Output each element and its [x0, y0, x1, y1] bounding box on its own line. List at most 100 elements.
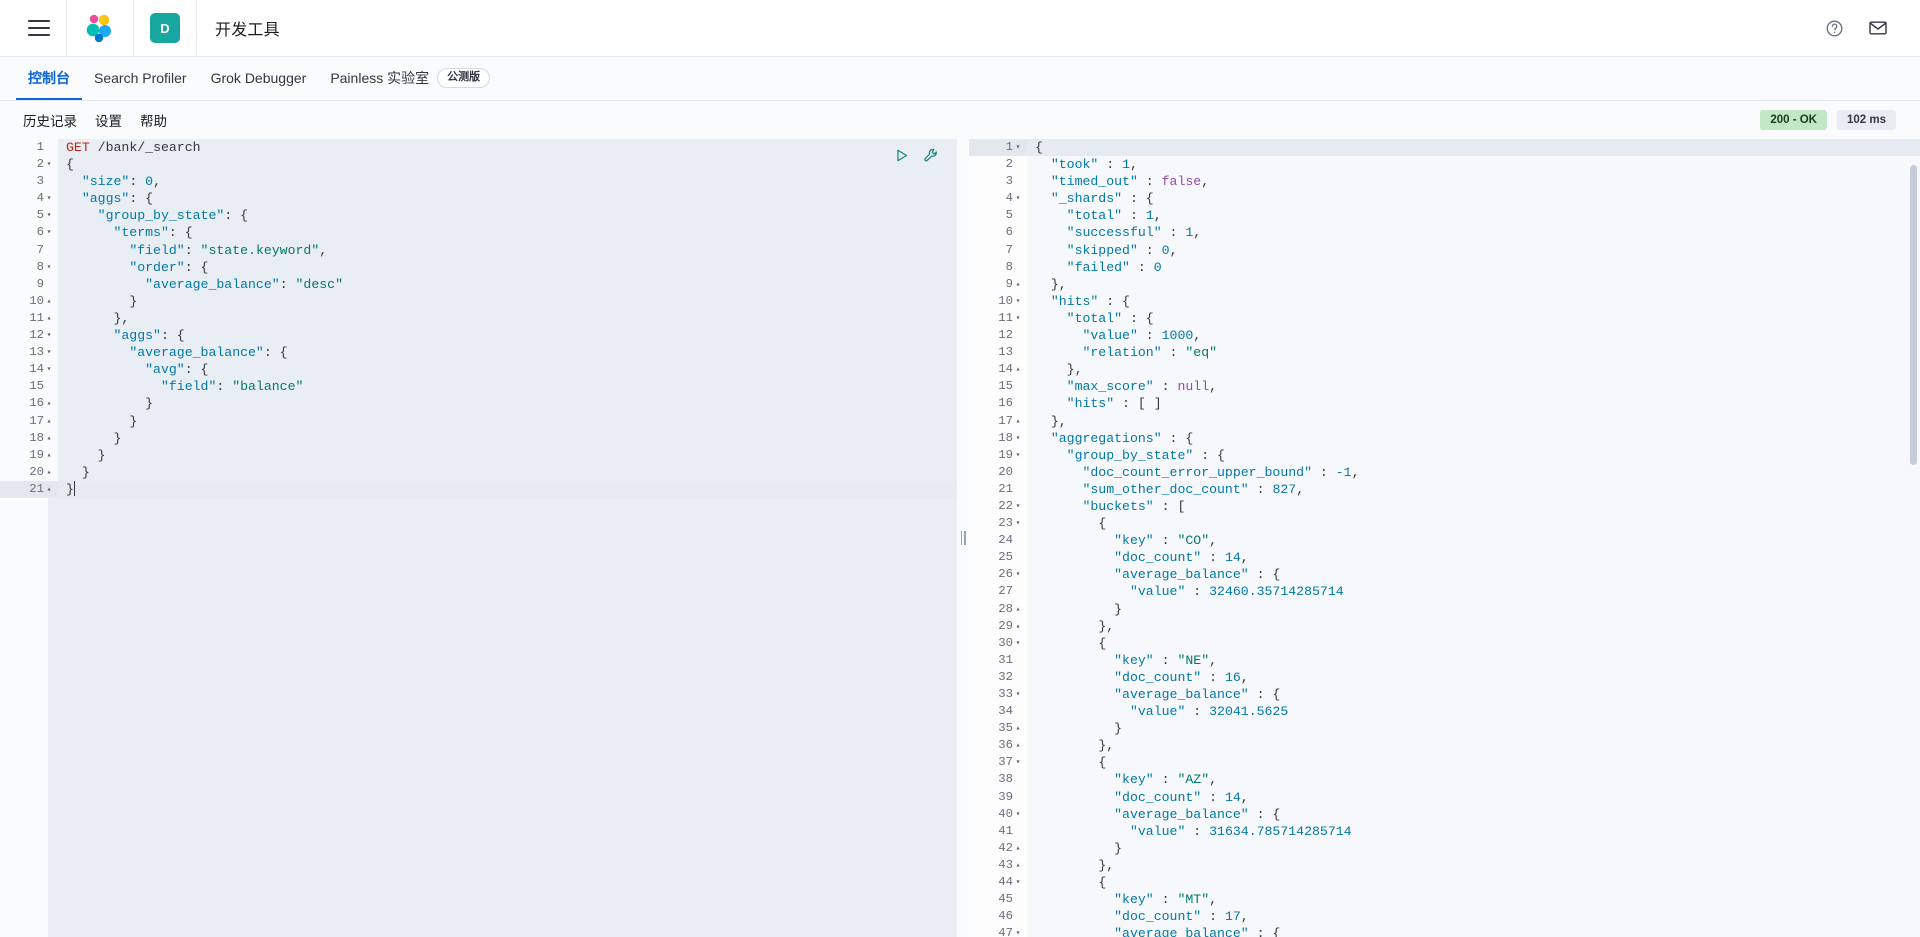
fold-down-icon[interactable]: ▾	[44, 190, 54, 207]
fold-down-icon[interactable]: ▾	[1013, 635, 1023, 652]
response-line[interactable]: 22▾ "buckets" : [	[969, 498, 1920, 515]
fold-up-icon[interactable]: ▴	[44, 481, 54, 498]
fold-down-icon[interactable]: ▾	[1013, 447, 1023, 464]
response-line[interactable]: 36▴ },	[969, 737, 1920, 754]
help-button[interactable]	[1814, 8, 1854, 48]
response-line[interactable]: 38 "key" : "AZ",	[969, 771, 1920, 788]
fold-down-icon[interactable]: ▾	[44, 156, 54, 173]
response-line[interactable]: 27 "value" : 32460.35714285714	[969, 583, 1920, 600]
hamburger-menu-icon[interactable]	[28, 20, 50, 36]
tab-console[interactable]: 控制台	[16, 58, 82, 100]
request-line[interactable]: 2▾{	[0, 156, 957, 173]
fold-down-icon[interactable]: ▾	[1013, 515, 1023, 532]
space-selector-button[interactable]: D	[134, 0, 196, 57]
response-line[interactable]: 42▴ }	[969, 840, 1920, 857]
response-line[interactable]: 6 "successful" : 1,	[969, 224, 1920, 241]
fold-up-icon[interactable]: ▴	[44, 310, 54, 327]
response-line[interactable]: 35▴ }	[969, 720, 1920, 737]
fold-up-icon[interactable]: ▴	[44, 293, 54, 310]
request-line[interactable]: 12▾ "aggs": {	[0, 327, 957, 344]
fold-up-icon[interactable]: ▴	[1013, 276, 1023, 293]
fold-up-icon[interactable]: ▴	[1013, 720, 1023, 737]
response-line[interactable]: 24 "key" : "CO",	[969, 532, 1920, 549]
fold-down-icon[interactable]: ▾	[1013, 310, 1023, 327]
help-link[interactable]: 帮助	[131, 110, 176, 130]
fold-down-icon[interactable]: ▾	[1013, 430, 1023, 447]
request-options-button[interactable]	[923, 147, 941, 165]
response-line[interactable]: 19▾ "group_by_state" : {	[969, 447, 1920, 464]
response-line[interactable]: 8 "failed" : 0	[969, 259, 1920, 276]
fold-up-icon[interactable]: ▴	[44, 395, 54, 412]
fold-down-icon[interactable]: ▾	[1013, 566, 1023, 583]
request-line[interactable]: 15 "field": "balance"	[0, 378, 957, 395]
response-line[interactable]: 41 "value" : 31634.785714285714	[969, 823, 1920, 840]
mail-button[interactable]	[1858, 8, 1898, 48]
response-line[interactable]: 5 "total" : 1,	[969, 207, 1920, 224]
response-line[interactable]: 39 "doc_count" : 14,	[969, 789, 1920, 806]
fold-up-icon[interactable]: ▴	[44, 430, 54, 447]
response-line[interactable]: 32 "doc_count" : 16,	[969, 669, 1920, 686]
fold-up-icon[interactable]: ▴	[44, 413, 54, 430]
response-line[interactable]: 43▴ },	[969, 857, 1920, 874]
request-line[interactable]: 21▴}	[0, 481, 957, 498]
fold-down-icon[interactable]: ▾	[1013, 874, 1023, 891]
request-line[interactable]: 19▴ }	[0, 447, 957, 464]
fold-up-icon[interactable]: ▴	[44, 464, 54, 481]
settings-button[interactable]: 设置	[86, 110, 131, 130]
fold-down-icon[interactable]: ▾	[44, 259, 54, 276]
response-line[interactable]: 47▾ "average_balance" : {	[969, 925, 1920, 937]
response-line[interactable]: 33▾ "average_balance" : {	[969, 686, 1920, 703]
fold-up-icon[interactable]: ▴	[1013, 601, 1023, 618]
response-line[interactable]: 45 "key" : "MT",	[969, 891, 1920, 908]
response-scrollbar[interactable]	[1909, 139, 1918, 937]
request-line[interactable]: 10▴ }	[0, 293, 957, 310]
response-scrollbar-thumb[interactable]	[1910, 165, 1917, 465]
request-line[interactable]: 13▾ "average_balance": {	[0, 344, 957, 361]
response-line[interactable]: 3 "timed_out" : false,	[969, 173, 1920, 190]
fold-down-icon[interactable]: ▾	[1013, 293, 1023, 310]
fold-up-icon[interactable]: ▴	[1013, 737, 1023, 754]
fold-up-icon[interactable]: ▴	[1013, 840, 1023, 857]
tab-painless-lab[interactable]: Painless 实验室 公测版	[318, 58, 502, 100]
fold-up-icon[interactable]: ▴	[1013, 857, 1023, 874]
response-editor[interactable]: 1▾{2 "took" : 1,3 "timed_out" : false,4▾…	[969, 139, 1920, 937]
home-link[interactable]	[67, 0, 133, 57]
response-line[interactable]: 10▾ "hits" : {	[969, 293, 1920, 310]
history-button[interactable]: 历史记录	[14, 110, 86, 130]
response-line[interactable]: 16 "hits" : [ ]	[969, 395, 1920, 412]
response-line[interactable]: 9▴ },	[969, 276, 1920, 293]
fold-up-icon[interactable]: ▴	[1013, 618, 1023, 635]
request-line[interactable]: 8▾ "order": {	[0, 259, 957, 276]
response-line[interactable]: 31 "key" : "NE",	[969, 652, 1920, 669]
request-line[interactable]: 3 "size": 0,	[0, 173, 957, 190]
response-line[interactable]: 37▾ {	[969, 754, 1920, 771]
pane-resizer[interactable]	[957, 139, 969, 937]
response-line[interactable]: 12 "value" : 1000,	[969, 327, 1920, 344]
request-line[interactable]: 20▴ }	[0, 464, 957, 481]
response-line[interactable]: 18▾ "aggregations" : {	[969, 430, 1920, 447]
request-line[interactable]: 4▾ "aggs": {	[0, 190, 957, 207]
request-line[interactable]: 16▴ }	[0, 395, 957, 412]
response-line[interactable]: 28▴ }	[969, 601, 1920, 618]
response-line[interactable]: 21 "sum_other_doc_count" : 827,	[969, 481, 1920, 498]
fold-down-icon[interactable]: ▾	[1013, 498, 1023, 515]
fold-down-icon[interactable]: ▾	[44, 344, 54, 361]
response-line[interactable]: 40▾ "average_balance" : {	[969, 806, 1920, 823]
tab-search-profiler[interactable]: Search Profiler	[82, 58, 199, 100]
fold-down-icon[interactable]: ▾	[1013, 190, 1023, 207]
response-line[interactable]: 34 "value" : 32041.5625	[969, 703, 1920, 720]
fold-up-icon[interactable]: ▴	[1013, 361, 1023, 378]
response-line[interactable]: 13 "relation" : "eq"	[969, 344, 1920, 361]
response-line[interactable]: 15 "max_score" : null,	[969, 378, 1920, 395]
response-line[interactable]: 23▾ {	[969, 515, 1920, 532]
fold-down-icon[interactable]: ▾	[44, 361, 54, 378]
fold-up-icon[interactable]: ▴	[1013, 413, 1023, 430]
response-line[interactable]: 2 "took" : 1,	[969, 156, 1920, 173]
response-line[interactable]: 17▴ },	[969, 413, 1920, 430]
request-line[interactable]: 6▾ "terms": {	[0, 224, 957, 241]
response-line[interactable]: 4▾ "_shards" : {	[969, 190, 1920, 207]
response-line[interactable]: 20 "doc_count_error_upper_bound" : -1,	[969, 464, 1920, 481]
fold-down-icon[interactable]: ▾	[1013, 806, 1023, 823]
response-line[interactable]: 25 "doc_count" : 14,	[969, 549, 1920, 566]
request-line[interactable]: 5▾ "group_by_state": {	[0, 207, 957, 224]
